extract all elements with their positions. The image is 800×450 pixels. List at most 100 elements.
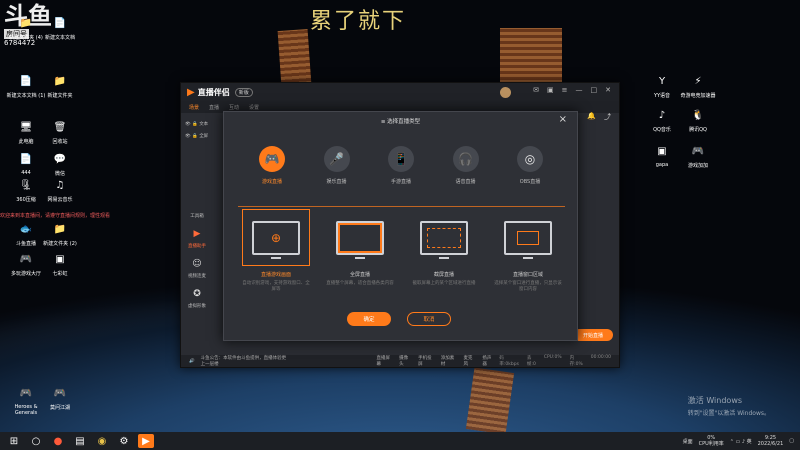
tab-settings[interactable]: 设置 xyxy=(249,104,259,111)
bell-icon[interactable]: 🔔 xyxy=(587,112,596,122)
desktop-icon[interactable]: ▣ 七彩虹 xyxy=(38,250,82,278)
cancel-button[interactable]: 取消 xyxy=(407,312,451,326)
video-call-icon: ☺ xyxy=(192,259,202,269)
yy-icon: Y xyxy=(658,75,666,87)
stat-memory: 内存:0% xyxy=(569,356,583,367)
mode-label: 截屏直播 xyxy=(433,272,454,278)
mode-label: 直播窗口区域 xyxy=(512,272,543,278)
confirm-button[interactable]: 确定 xyxy=(347,312,391,326)
rail-item-toolbox[interactable]: 工具箱 xyxy=(181,213,213,219)
search-icon[interactable]: ○ xyxy=(28,434,44,448)
right-toolbar: 🔔 ⤴ xyxy=(587,112,611,122)
system-tray: 桌面 0% CPU利用率 ⌃ ▭ ♪ 英 9:25 2022/6/21 ▢ xyxy=(683,432,794,450)
desktop-icon[interactable]: 🐧 腾讯QQ xyxy=(676,106,720,134)
rail-item-video-call[interactable]: ☺ 视频连麦 xyxy=(181,259,213,279)
share-icon[interactable]: ⤴ xyxy=(604,112,611,122)
rail-item-label: 虚拟形象 xyxy=(188,304,206,309)
cpu-label: CPU利用率 xyxy=(698,441,724,447)
desktop-icon[interactable]: ⚡ 奇游电竞加速器 xyxy=(676,72,720,100)
obs-icon: ◎ xyxy=(517,146,543,172)
desktop-icon[interactable]: 📁 新建文件夹 xyxy=(38,72,82,100)
monitor-icon xyxy=(504,220,552,259)
announcement-text: 斗鱼公告：本软件由斗鱼提供，直播体验更上一层楼 xyxy=(200,356,287,367)
desktop-icon[interactable]: 📄 新建文本文档 xyxy=(38,14,82,42)
stat-bitrate: 码率:0kbps xyxy=(499,356,519,367)
type-voice-live[interactable]: 🎧 语音直播 xyxy=(440,146,492,185)
notification-icon[interactable]: ▢ xyxy=(789,438,794,444)
folder-icon: 📁 xyxy=(53,223,67,235)
source-toolbar: 直播屏幕 摄像头 手机投屏 添加素材 麦克风 扬声器 xyxy=(377,355,494,367)
gamepad-icon: 🎮 xyxy=(259,146,285,172)
rail-item-avatar[interactable]: ✪ 虚拟形象 xyxy=(181,289,213,309)
mode-desc: 直播整个屏幕，适合直播各类内容 xyxy=(326,281,394,286)
document-icon: 📄 xyxy=(19,75,33,87)
close-icon[interactable]: ✕ xyxy=(605,86,611,94)
game-icon: 🎮 xyxy=(691,145,705,157)
message-icon[interactable]: ✉ xyxy=(533,86,539,94)
window-controls: ✉ ▣ ≡ — □ ✕ xyxy=(533,86,611,94)
tab-scene[interactable]: 场景 xyxy=(189,104,199,111)
monitor-icon xyxy=(336,220,384,259)
type-entertainment-live[interactable]: 🎤 娱乐直播 xyxy=(311,146,363,185)
minimize-icon[interactable]: — xyxy=(576,86,583,94)
qq-music-icon: ♪ xyxy=(658,109,666,121)
desktop-icon[interactable]: 🗑 回收站 xyxy=(38,118,82,146)
desktop-icon[interactable]: 📁 新建文件夹 (2) xyxy=(38,220,82,248)
type-mobile-live[interactable]: 📱 手游直播 xyxy=(375,146,427,185)
maximize-icon[interactable]: □ xyxy=(591,86,598,94)
mode-game-capture[interactable]: ⊕ 直播游戏画面 自动识别游戏，支持游戏窗口、全屏等 xyxy=(242,209,310,293)
app-titlebar: ▶ 直播伴侣 新版 ✉ ▣ ≡ — □ ✕ xyxy=(181,83,619,101)
live-companion-taskbar-icon[interactable]: ▶ xyxy=(138,434,154,448)
archive-icon: 🗜 xyxy=(19,179,33,191)
windows-start-icon[interactable]: ⊞ xyxy=(6,434,22,448)
type-obs-live[interactable]: ◎ OBS直播 xyxy=(504,146,556,185)
chrome-icon[interactable]: ◉ xyxy=(94,434,110,448)
app-title: 直播伴侣 xyxy=(197,87,230,97)
settings-icon[interactable]: ⚙ xyxy=(116,434,132,448)
skin-icon[interactable]: ▣ xyxy=(547,86,554,94)
mode-region[interactable]: 截屏直播 截取屏幕上的某个区域进行直播 xyxy=(410,209,478,293)
source-item[interactable]: 手机投屏 xyxy=(418,355,433,367)
close-icon[interactable]: × xyxy=(559,114,567,125)
tray-desktop[interactable]: 桌面 xyxy=(683,438,693,445)
source-item[interactable]: 麦克风 xyxy=(463,355,474,367)
source-item[interactable]: 直播屏幕 xyxy=(377,355,392,367)
desktop-icon[interactable]: 🎮 游戏加加 xyxy=(676,142,720,170)
version-badge[interactable]: 新版 xyxy=(234,87,253,97)
scene-item[interactable]: 👁 🔒 全屏 xyxy=(185,133,225,139)
mode-desc: 选择某个窗口进行直播，只显示该窗口内容 xyxy=(494,281,562,292)
speed-icon: ⚡ xyxy=(694,75,702,87)
scene-item[interactable]: 👁 🔒 文本 xyxy=(185,121,225,127)
headphone-icon: 🎧 xyxy=(452,146,479,172)
tab-live[interactable]: 直播 xyxy=(209,104,219,111)
rail-item-live-helper[interactable]: ▶ 直播助手 xyxy=(181,229,213,249)
desktop-icon-label: 回收站 xyxy=(52,139,68,145)
mode-window[interactable]: 直播窗口区域 选择某个窗口进行直播，只显示该窗口内容 xyxy=(494,209,562,293)
desktop-icon[interactable]: 💬 微信 xyxy=(38,150,82,178)
overlay-scroll-text: 欢迎来到本直播间，请遵守直播间规则，理性观看 xyxy=(0,213,111,219)
desktop-icon[interactable]: ♫ 网易云音乐 xyxy=(38,176,82,204)
mode-fullscreen[interactable]: 全屏直播 直播整个屏幕，适合直播各类内容 xyxy=(326,209,394,293)
desktop-icon-label: 游戏加加 xyxy=(687,163,708,169)
speaker-icon[interactable]: 🔊 xyxy=(189,359,195,364)
source-item[interactable]: 扬声器 xyxy=(482,355,493,367)
clock[interactable]: 9:25 2022/6/21 xyxy=(758,435,784,447)
monitor-icon: ⊕ xyxy=(252,220,300,259)
menu-icon[interactable]: ≡ xyxy=(562,86,568,94)
desktop-icon-label: 奇游电竞加速器 xyxy=(680,93,716,99)
douyu-taskbar-icon[interactable]: ● xyxy=(50,434,66,448)
type-label: 手游直播 xyxy=(390,179,411,185)
left-rail: 工具箱 ▶ 直播助手 ☺ 视频连麦 ✪ 虚拟形象 xyxy=(181,213,213,319)
type-label: 语音直播 xyxy=(455,179,476,185)
task-manager-icon[interactable]: ▤ xyxy=(72,434,88,448)
desktop-icon[interactable]: 🎮 莫问江湖 xyxy=(38,384,82,412)
tab-interact[interactable]: 互动 xyxy=(229,104,239,111)
app-logo-icon: ▶ xyxy=(187,86,195,98)
folder-icon: 📁 xyxy=(19,17,33,29)
type-game-live[interactable]: 🎮 游戏直播 xyxy=(246,146,298,185)
source-item[interactable]: 摄像头 xyxy=(399,355,410,367)
avatar[interactable] xyxy=(500,87,511,98)
tray-icons[interactable]: ⌃ ▭ ♪ 英 xyxy=(730,438,752,445)
source-item[interactable]: 添加素材 xyxy=(441,355,456,367)
start-live-button[interactable]: 开始直播 xyxy=(573,329,613,341)
